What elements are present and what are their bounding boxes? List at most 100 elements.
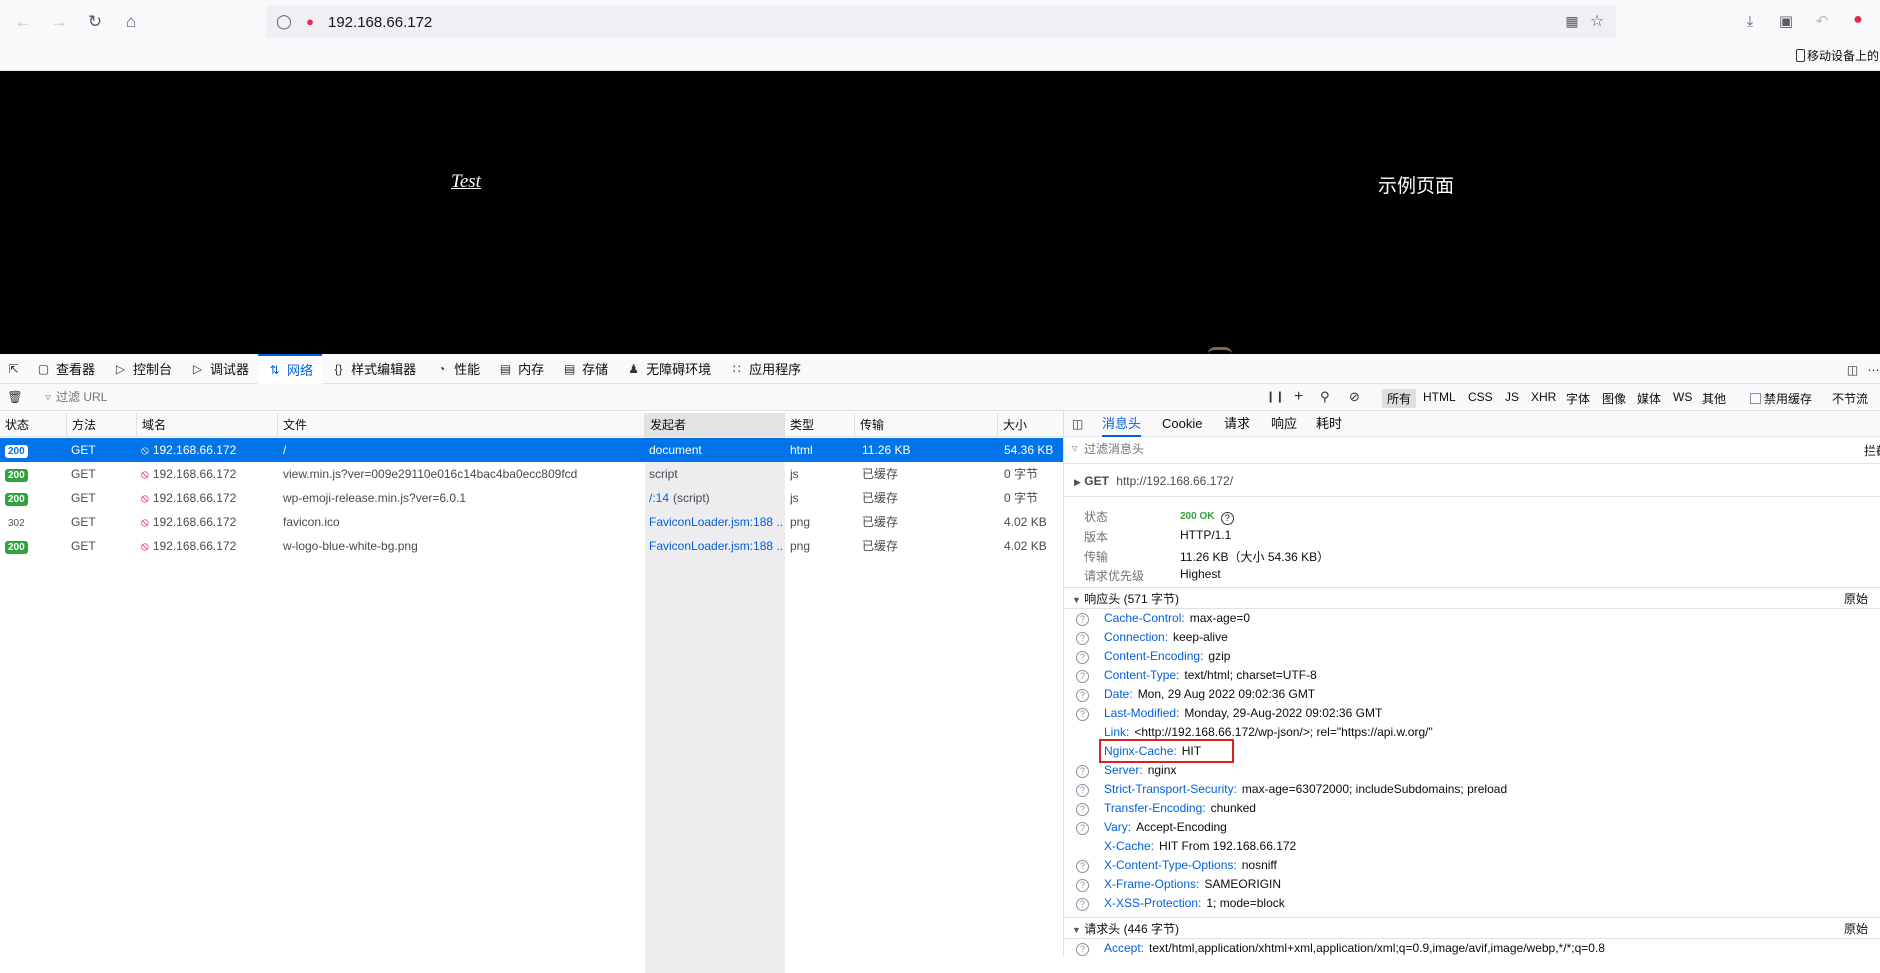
url-bar[interactable]: ◯ ● 192.168.66.172 ▦ ☆ xyxy=(266,5,1616,38)
response-header-row[interactable]: Last-Modified: Monday, 29-Aug-2022 09:02:… xyxy=(1104,706,1382,720)
crop-icon[interactable]: ▣ xyxy=(1776,11,1796,31)
pin-icon[interactable]: ● xyxy=(1848,10,1868,30)
url-text[interactable]: 192.168.66.172 xyxy=(328,14,432,31)
col-type[interactable]: 类型 xyxy=(785,413,855,437)
initiator-link[interactable]: FaviconLoader.jsm:188 ... xyxy=(649,539,783,553)
block-icon[interactable]: ⊘ xyxy=(1349,389,1360,405)
insecure-lock-icon[interactable]: ● xyxy=(302,13,318,29)
response-header-row[interactable]: Content-Type: text/html; charset=UTF-8 xyxy=(1104,668,1317,682)
search-icon[interactable]: ⚲ xyxy=(1320,389,1330,405)
page-test-link[interactable]: Test xyxy=(451,171,481,193)
shield-icon[interactable]: ◯ xyxy=(276,13,292,29)
tab-headers[interactable]: 消息头 xyxy=(1102,411,1142,437)
tab-timings[interactable]: 耗时 xyxy=(1316,411,1342,437)
initiator-link[interactable]: /:14 xyxy=(649,491,669,505)
help-icon[interactable]: ? xyxy=(1076,943,1089,956)
tab-debugger[interactable]: ▷ 调试器 xyxy=(181,354,258,384)
filter-css[interactable]: CSS xyxy=(1463,389,1498,405)
table-row[interactable]: 200 GET ⦸ 192.168.66.172 w-logo-blue-white-b… xyxy=(0,534,1063,558)
response-header-row[interactable]: Connection: keep-alive xyxy=(1104,630,1228,644)
toggle-panel-icon[interactable]: ◫ xyxy=(1072,417,1083,431)
qr-code-icon[interactable]: ▦ xyxy=(1564,13,1580,29)
table-row[interactable]: 302 GET ⦸ 192.168.66.172 favicon.ico FaviconL… xyxy=(0,510,1063,534)
table-row[interactable]: 200 GET ⦸ 192.168.66.172 / document html 11.26 … xyxy=(0,438,1063,462)
request-line[interactable]: ▶ GET http://192.168.66.172/ xyxy=(1074,474,1233,488)
help-icon[interactable]: ? xyxy=(1076,784,1089,797)
block-button[interactable]: 拦截 xyxy=(1864,442,1880,459)
col-size[interactable]: 大小 xyxy=(998,413,1063,437)
tab-response[interactable]: 响应 xyxy=(1271,411,1297,437)
bookmark-star-icon[interactable]: ☆ xyxy=(1588,12,1606,30)
response-header-row[interactable]: X-Cache: HIT From 192.168.66.172 xyxy=(1104,839,1296,853)
response-header-row[interactable]: Server: nginx xyxy=(1104,763,1176,777)
throttle-select[interactable]: 不节流 xyxy=(1832,390,1868,407)
col-initiator[interactable]: 发起者 xyxy=(645,413,785,437)
more-options-icon[interactable]: ⋯ xyxy=(1866,362,1880,377)
tab-network[interactable]: ⇅ 网络 xyxy=(258,353,323,384)
col-domain[interactable]: 域名 xyxy=(137,413,278,437)
help-icon[interactable]: ? xyxy=(1076,860,1089,873)
help-icon[interactable]: ? xyxy=(1076,822,1089,835)
tab-performance[interactable]: ◔ 性能 xyxy=(425,354,489,384)
tab-inspector[interactable]: ▢ 查看器 xyxy=(27,354,104,384)
filter-images[interactable]: 图像 xyxy=(1597,389,1631,408)
filter-other[interactable]: 其他 xyxy=(1697,389,1731,408)
mobile-bookmarks[interactable]: 移动设备上的 xyxy=(1796,47,1880,65)
filter-fonts[interactable]: 字体 xyxy=(1561,389,1595,408)
home-icon[interactable]: ⌂ xyxy=(120,11,142,33)
disable-cache-toggle[interactable]: 禁用缓存 xyxy=(1750,390,1812,407)
table-row[interactable]: 200 GET ⦸ 192.168.66.172 view.min.js?ver=009… xyxy=(0,462,1063,486)
tab-memory[interactable]: ▤ 内存 xyxy=(489,354,553,384)
help-icon[interactable]: ? xyxy=(1076,613,1089,626)
col-transfer[interactable]: 传输 xyxy=(855,413,998,437)
help-icon[interactable]: ? xyxy=(1076,708,1089,721)
help-icon[interactable]: ? xyxy=(1220,512,1234,525)
response-header-row[interactable]: Link: <http://192.168.66.172/wp-json/>; r… xyxy=(1104,725,1433,739)
undo-icon[interactable]: ↶ xyxy=(1812,11,1832,31)
filter-media[interactable]: 媒体 xyxy=(1632,389,1666,408)
request-header-row[interactable]: Accept: text/html,application/xhtml+xml,a… xyxy=(1104,941,1605,955)
url-filter-input[interactable] xyxy=(56,387,656,407)
response-headers-section[interactable]: ▼ 响应头 (571 字节) 原始 xyxy=(1064,587,1880,609)
help-icon[interactable]: ? xyxy=(1076,670,1089,683)
col-file[interactable]: 文件 xyxy=(278,413,645,437)
pause-icon[interactable]: ❙❙ xyxy=(1266,390,1284,403)
response-header-row[interactable]: Date: Mon, 29 Aug 2022 09:02:36 GMT xyxy=(1104,687,1315,701)
add-icon[interactable]: + xyxy=(1294,388,1303,406)
tab-console[interactable]: ▷ 控制台 xyxy=(104,354,181,384)
tab-cookie[interactable]: Cookie xyxy=(1162,411,1202,437)
forward-icon[interactable]: → xyxy=(48,11,70,33)
initiator-link[interactable]: FaviconLoader.jsm:188 ... xyxy=(649,515,783,529)
back-icon[interactable]: ← xyxy=(12,11,34,33)
element-picker-icon[interactable]: ⇱ xyxy=(6,361,21,376)
col-method[interactable]: 方法 xyxy=(67,413,137,437)
filter-ws[interactable]: WS xyxy=(1668,389,1697,405)
response-header-row[interactable]: Cache-Control: max-age=0 xyxy=(1104,611,1250,625)
help-icon[interactable]: ? xyxy=(1076,765,1089,778)
request-headers-section[interactable]: ▼ 请求头 (446 字节) 原始 xyxy=(1064,917,1880,939)
help-icon[interactable]: ? xyxy=(1076,898,1089,911)
filter-js[interactable]: JS xyxy=(1500,389,1524,405)
response-header-row[interactable]: X-XSS-Protection: 1; mode=block xyxy=(1104,896,1285,910)
response-header-row[interactable]: Content-Encoding: gzip xyxy=(1104,649,1230,663)
filter-xhr[interactable]: XHR xyxy=(1526,389,1561,405)
help-icon[interactable]: ? xyxy=(1076,689,1089,702)
table-row[interactable]: 200 GET ⦸ 192.168.66.172 wp-emoji-release.mi… xyxy=(0,486,1063,510)
headers-filter-input[interactable] xyxy=(1084,440,1584,458)
tab-application[interactable]: ∷ 应用程序 xyxy=(720,354,810,384)
raw-toggle[interactable]: 原始 xyxy=(1844,588,1868,610)
tab-accessibility[interactable]: ♟ 无障碍环境 xyxy=(617,354,720,384)
col-status[interactable]: 状态 xyxy=(0,413,67,437)
dock-icon[interactable]: ◫ xyxy=(1845,362,1860,377)
download-icon[interactable]: ⤓ xyxy=(1740,11,1760,31)
response-header-row[interactable]: X-Content-Type-Options: nosniff xyxy=(1104,858,1277,872)
response-header-row[interactable]: Strict-Transport-Security: max-age=630720… xyxy=(1104,782,1507,796)
filter-all[interactable]: 所有 xyxy=(1382,389,1417,408)
filter-html[interactable]: HTML xyxy=(1418,389,1461,405)
reload-icon[interactable]: ↻ xyxy=(84,11,106,33)
help-icon[interactable]: ? xyxy=(1076,879,1089,892)
help-icon[interactable]: ? xyxy=(1076,651,1089,664)
response-header-row[interactable]: Vary: Accept-Encoding xyxy=(1104,820,1227,834)
tab-storage[interactable]: ▤ 存储 xyxy=(553,354,617,384)
tab-style-editor[interactable]: {} 样式编辑器 xyxy=(322,354,425,384)
